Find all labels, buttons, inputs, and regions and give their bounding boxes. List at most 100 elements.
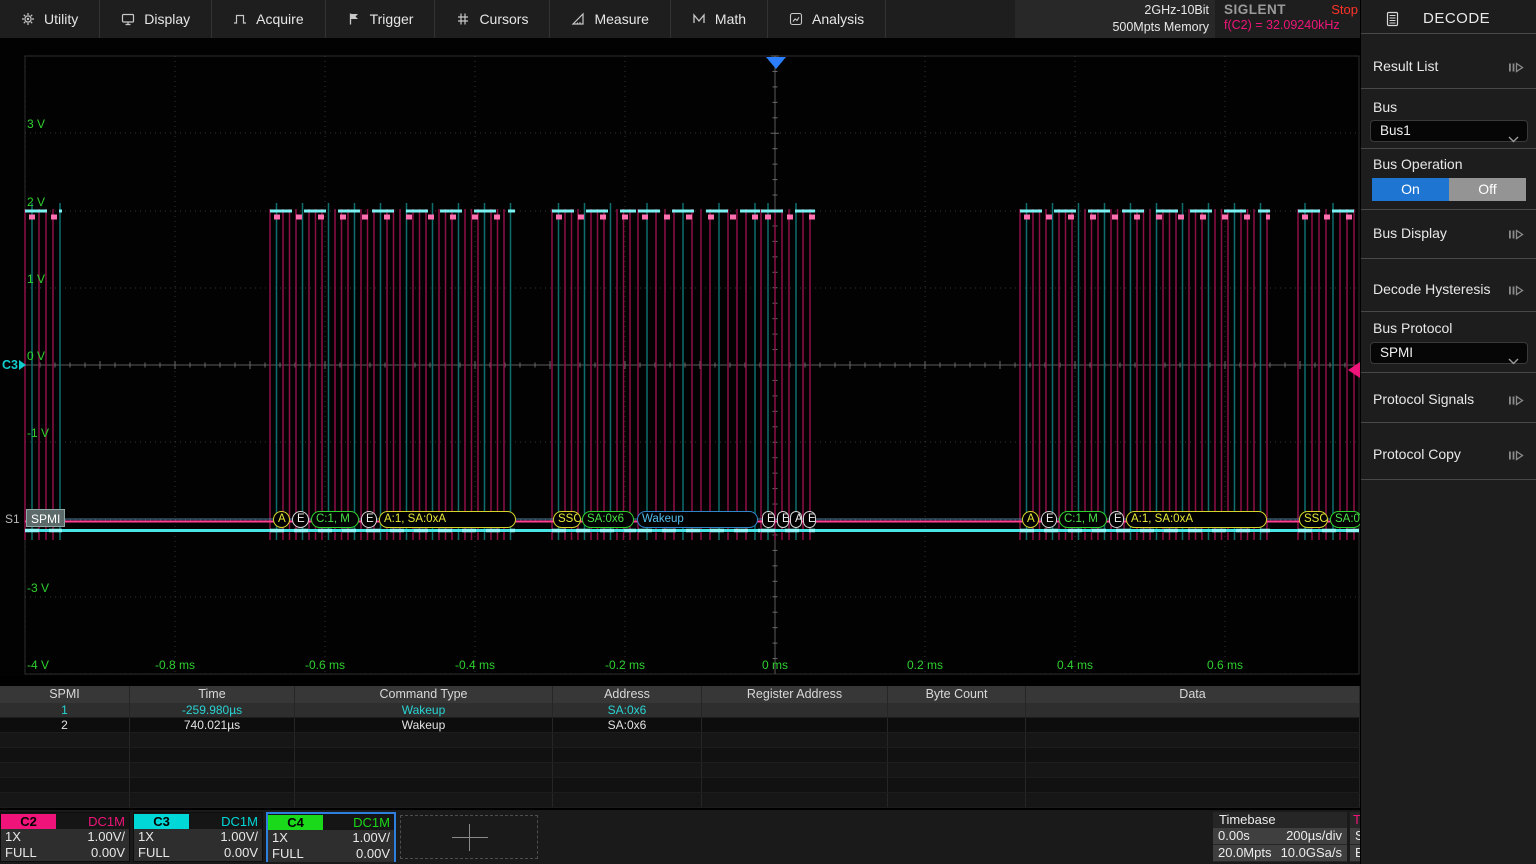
table-cell: [130, 733, 295, 747]
menu-item-cursors[interactable]: Cursors: [435, 0, 550, 38]
decode-bubble: A: [790, 511, 802, 528]
menu-item-measure[interactable]: Measure: [550, 0, 670, 38]
brand-box: SIGLENT Stop f(C2) = 32.09240kHz: [1222, 0, 1360, 38]
expand-right-icon[interactable]: [1508, 228, 1525, 244]
channel-coupling: DC1M: [221, 814, 262, 829]
expand-right-icon[interactable]: [1508, 394, 1525, 410]
table-cell: [702, 748, 888, 762]
table-cell: [888, 703, 1026, 717]
expand-right-icon[interactable]: [1508, 284, 1525, 300]
trigger-position-marker[interactable]: [766, 57, 786, 69]
decode-hysteresis-button[interactable]: Decode Hysteresis: [1373, 281, 1491, 297]
memory-label: 500Mpts Memory: [1015, 19, 1209, 36]
menu-item-display[interactable]: Display: [100, 0, 212, 38]
bus-operation-toggle: On Off: [1372, 178, 1526, 201]
channel-box-c2[interactable]: C2DC1M1X1.00V/FULL0.00V: [0, 812, 130, 862]
channel-box-c3[interactable]: C3DC1M1X1.00V/FULL0.00V: [133, 812, 263, 862]
table-cell: [1026, 703, 1360, 717]
table-cell: [130, 763, 295, 777]
table-cell: [702, 763, 888, 777]
trigger-level-marker[interactable]: [1348, 362, 1360, 378]
table-row[interactable]: 2740.021µsWakeupSA:0x6: [0, 718, 1360, 733]
menu-item-acquire[interactable]: Acquire: [212, 0, 325, 38]
table-cell: [0, 763, 130, 777]
waveform-display-area[interactable]: 3 V2 V1 V0 V-1 V-3 V-4 V-0.8 ms-0.6 ms-0…: [0, 38, 1360, 676]
table-cell: [295, 748, 553, 762]
chevron-down-icon: [1508, 351, 1519, 371]
channel-c3-position-marker[interactable]: C3: [2, 358, 26, 372]
math-icon: [692, 12, 706, 26]
acquisition-state-badge[interactable]: Stop: [1331, 2, 1358, 17]
channel-attenuation: 1X: [138, 829, 154, 845]
bus-operation-off-button[interactable]: Off: [1449, 178, 1526, 201]
decode-bubble: A:1, SA:0xA: [1126, 511, 1267, 528]
bus-label: Bus: [1373, 99, 1397, 115]
bus-display-button[interactable]: Bus Display: [1373, 225, 1447, 241]
acquisition-status-block: 2GHz-10Bit 500Mpts Memory: [1015, 0, 1215, 38]
table-cell: [553, 748, 702, 762]
decode-bubble: E: [361, 511, 377, 528]
timebase-box[interactable]: Timebase 0.00s 200µs/div 20.0Mpts 10.0GS…: [1213, 812, 1347, 862]
table-row-empty: [0, 733, 1360, 748]
expand-right-icon[interactable]: [1508, 449, 1525, 465]
table-row-empty: [0, 763, 1360, 778]
menu-item-label: Cursors: [479, 11, 528, 27]
result-list-button[interactable]: Result List: [1373, 58, 1438, 74]
table-cell: Command Type: [295, 686, 553, 703]
timebase-delay: 0.00s: [1218, 828, 1250, 844]
decode-track-bus-badge[interactable]: SPMI: [26, 509, 65, 527]
crosshair-icon: [452, 837, 488, 838]
menu-item-label: Acquire: [256, 11, 303, 27]
menu-item-trigger[interactable]: Trigger: [326, 0, 436, 38]
frequency-counter: f(C2) = 32.09240kHz: [1222, 18, 1360, 32]
bus-protocol-select[interactable]: SPMI: [1370, 342, 1528, 364]
table-cell: [1026, 748, 1360, 762]
bus-protocol-label: Bus Protocol: [1373, 320, 1452, 336]
menu-item-analysis[interactable]: Analysis: [768, 0, 886, 38]
add-channel-box[interactable]: [400, 815, 538, 859]
channel-offset: 0.00V: [224, 845, 258, 861]
channel-attenuation: 1X: [5, 829, 21, 845]
y-axis-tick-label: -1 V: [27, 426, 49, 440]
table-cell: Wakeup: [295, 718, 553, 732]
table-cell: SA:0x6: [553, 718, 702, 732]
table-cell: [888, 778, 1026, 792]
decode-bubble: E: [1109, 511, 1124, 528]
table-cell: [130, 793, 295, 807]
protocol-copy-button[interactable]: Protocol Copy: [1373, 446, 1461, 462]
crosshair-icon: [469, 824, 470, 851]
x-axis-tick-label: 0.2 ms: [907, 658, 943, 672]
channel-box-c4[interactable]: C4DC1M1X1.00V/FULL0.00V: [266, 812, 396, 862]
table-cell: [553, 793, 702, 807]
menu-item-utility[interactable]: Utility: [0, 0, 100, 38]
separator: [1361, 209, 1536, 210]
table-cell: Address: [553, 686, 702, 703]
chevron-down-icon: [1508, 129, 1519, 149]
table-cell: [888, 793, 1026, 807]
table-cell: Data: [1026, 686, 1360, 703]
channel-bandwidth: FULL: [272, 846, 304, 862]
timebase-title: Timebase: [1213, 812, 1347, 827]
x-axis-tick-label: 0 ms: [762, 658, 788, 672]
menu-item-math[interactable]: Math: [671, 0, 768, 38]
x-axis-tick-label: -0.8 ms: [155, 658, 195, 672]
table-cell: [702, 733, 888, 747]
separator: [1361, 479, 1536, 480]
table-cell: [295, 778, 553, 792]
table-cell: Register Address: [702, 686, 888, 703]
decode-bubble: SSC: [1299, 511, 1328, 528]
bus-select[interactable]: Bus1: [1370, 120, 1528, 142]
channel-scale: 1.00V/: [352, 830, 390, 846]
table-cell: Time: [130, 686, 295, 703]
table-cell: [130, 778, 295, 792]
y-axis-tick-label: -3 V: [27, 581, 49, 595]
table-cell: 740.021µs: [130, 718, 295, 732]
separator: [1361, 258, 1536, 259]
table-cell: -259.980µs: [130, 703, 295, 717]
menu-item-label: Measure: [594, 11, 648, 27]
expand-right-icon[interactable]: [1508, 61, 1525, 77]
table-row[interactable]: 1-259.980µsWakeupSA:0x6: [0, 703, 1360, 718]
decode-bubble: SSC: [553, 511, 581, 528]
protocol-signals-button[interactable]: Protocol Signals: [1373, 391, 1474, 407]
bus-operation-on-button[interactable]: On: [1372, 178, 1449, 201]
